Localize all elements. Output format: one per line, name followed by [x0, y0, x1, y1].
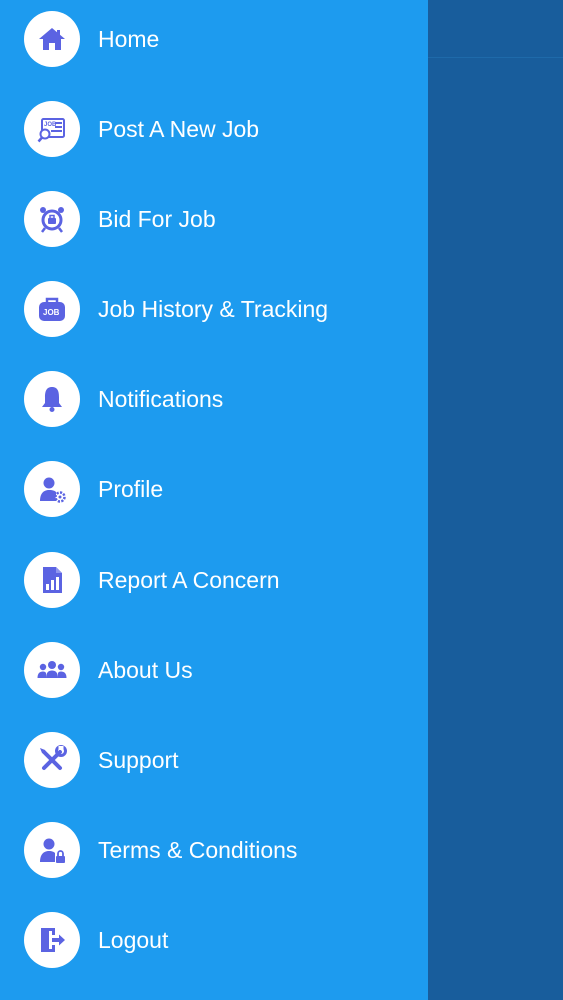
menu-item-label: Profile — [98, 475, 164, 502]
menu-item-about-us[interactable]: About Us — [0, 625, 428, 715]
job-briefcase-icon: JOB — [24, 281, 80, 337]
menu-item-label: Post A New Job — [98, 115, 260, 142]
menu-item-terms[interactable]: Terms & Conditions — [0, 805, 428, 895]
menu-item-support[interactable]: Support — [0, 715, 428, 805]
home-icon — [24, 11, 80, 67]
menu-item-bid-job[interactable]: Bid For Job — [0, 174, 428, 264]
menu-item-profile[interactable]: Profile — [0, 444, 428, 534]
user-settings-icon — [24, 461, 80, 517]
menu-item-label: Logout — [98, 926, 169, 953]
content-overlay[interactable] — [428, 0, 563, 1000]
menu-item-label: Terms & Conditions — [98, 836, 298, 863]
menu-item-label: Bid For Job — [98, 205, 216, 232]
menu-item-label: Report A Concern — [98, 566, 280, 593]
user-lock-icon — [24, 822, 80, 878]
menu-item-notifications[interactable]: Notifications — [0, 354, 428, 444]
group-icon — [24, 642, 80, 698]
logout-icon — [24, 912, 80, 968]
menu-item-label: Job History & Tracking — [98, 295, 329, 322]
report-chart-icon — [24, 552, 80, 608]
menu-item-label: About Us — [98, 656, 193, 683]
menu-item-label: Notifications — [98, 385, 224, 412]
menu-item-home[interactable]: Home — [0, 0, 428, 84]
menu-item-logout[interactable]: Logout — [0, 895, 428, 985]
svg-text:JOB: JOB — [43, 308, 60, 317]
bid-job-icon — [24, 191, 80, 247]
bell-icon — [24, 371, 80, 427]
post-job-icon: JOB — [24, 101, 80, 157]
header-divider — [428, 57, 563, 58]
menu-item-label: Home — [98, 25, 160, 52]
menu-item-job-history[interactable]: JOB Job History & Tracking — [0, 264, 428, 354]
menu-item-post-job[interactable]: JOB Post A New Job — [0, 84, 428, 174]
tools-icon — [24, 732, 80, 788]
navigation-drawer: Home JOB Post A New Job Bid For Job JOB … — [0, 0, 428, 1000]
menu-item-label: Support — [98, 746, 179, 773]
menu-item-report-concern[interactable]: Report A Concern — [0, 535, 428, 625]
